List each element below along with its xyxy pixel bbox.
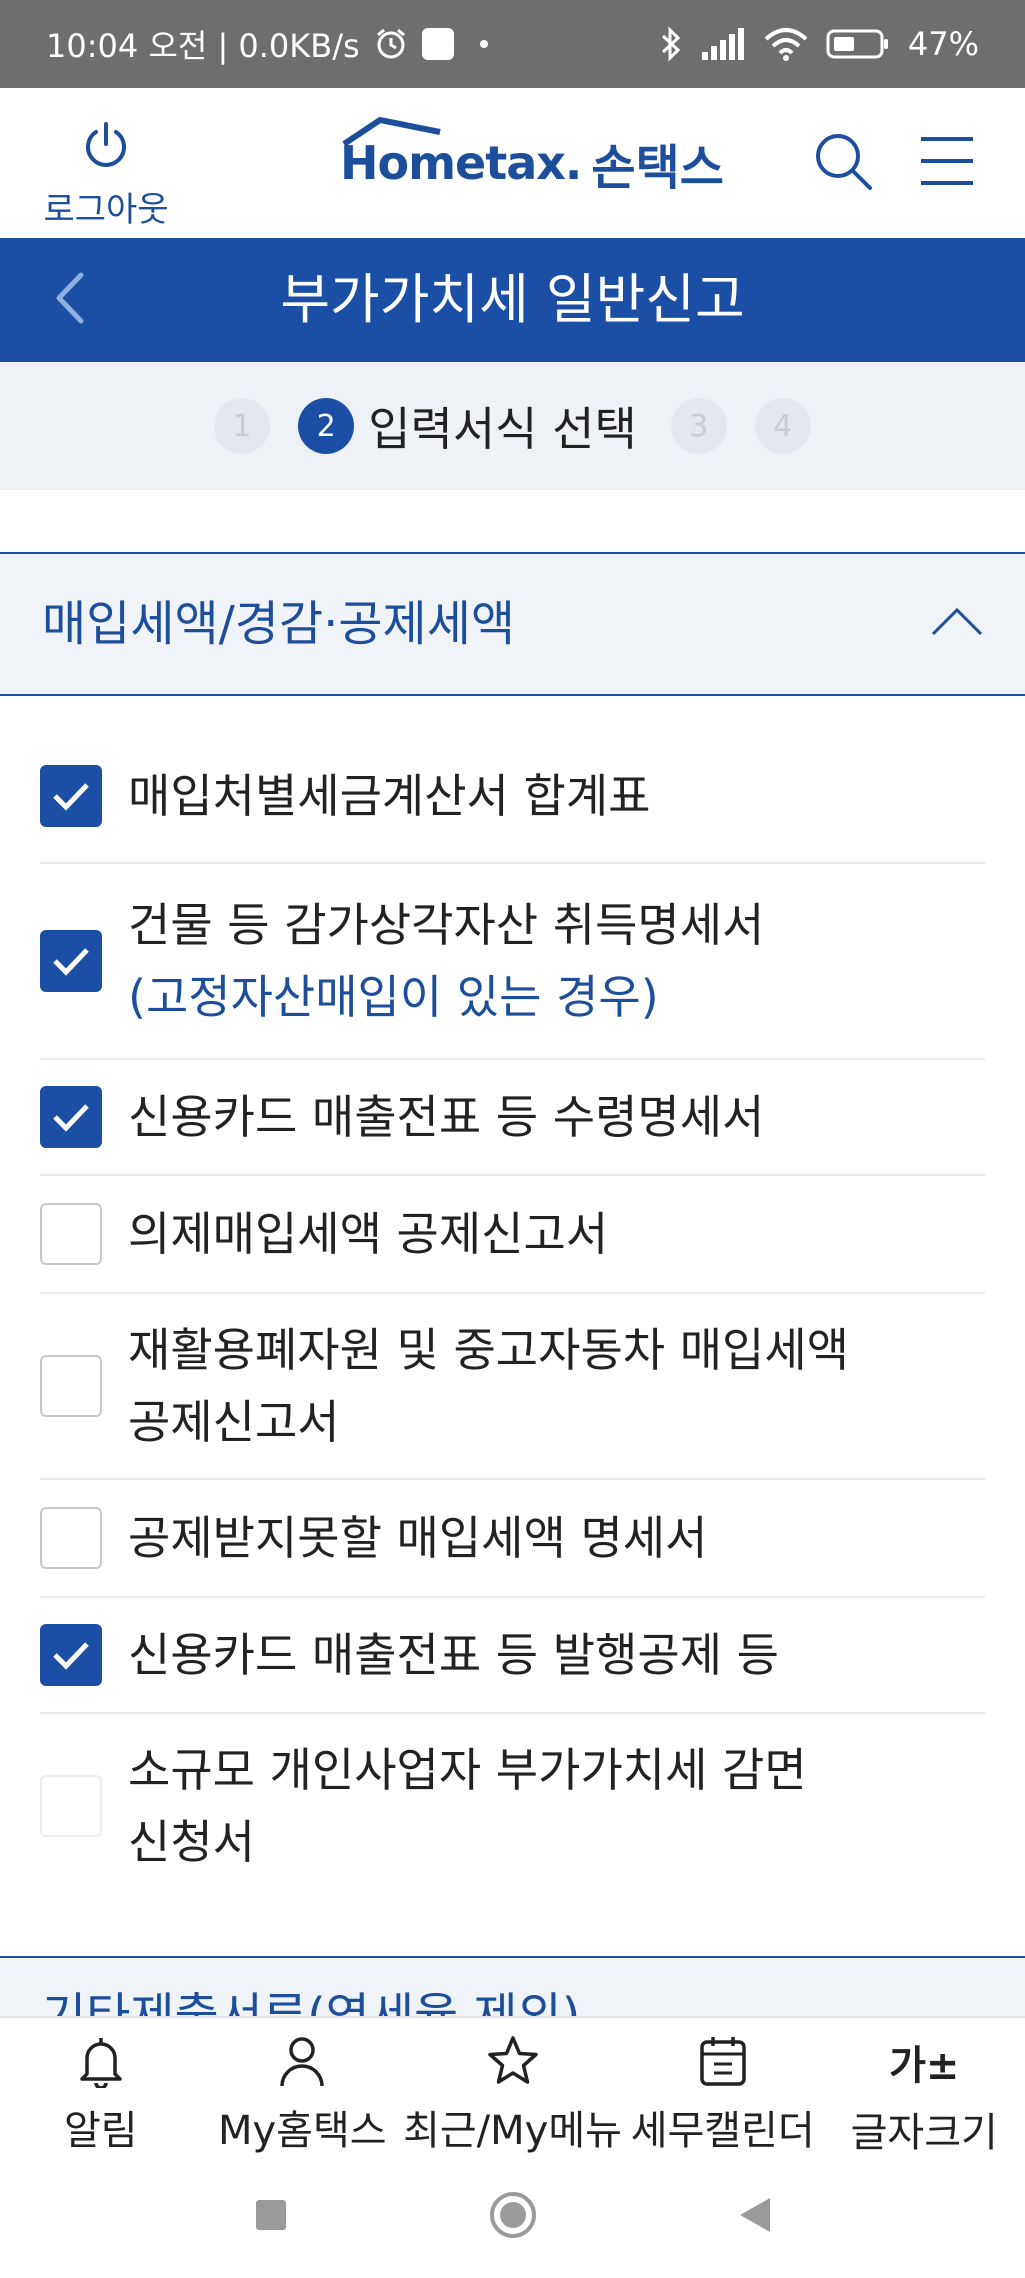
item-label: 재활용폐자원 및 중고자동차 매입세액 공제신고서 (128, 1314, 849, 1458)
item-label: 신용카드 매출전표 등 수령명세서 (128, 1090, 765, 1144)
list-item[interactable]: 재활용폐자원 및 중고자동차 매입세액 공제신고서 (40, 1294, 985, 1480)
star-icon (486, 2034, 540, 2088)
checkbox-checked[interactable] (40, 930, 102, 992)
font-size-icon: 가± (889, 2034, 959, 2090)
notification-icon (421, 28, 454, 60)
item-label-note: (고정자산매입이 있는 경우) (128, 970, 659, 1024)
page-title-bar: 부가가치세 일반신고 (0, 238, 1025, 362)
section-title: 매입세액/경감·공제세액 (42, 596, 516, 652)
nav-label: 알림 (63, 2108, 138, 2154)
step-indicator: 1 2 입력서식 선택 3 4 (0, 362, 1025, 490)
list-item[interactable]: 건물 등 감가상각자산 취득명세서 (고정자산매입이 있는 경우) (40, 864, 985, 1060)
checkbox-checked[interactable] (40, 1624, 102, 1686)
nav-label: 최근/My메뉴 (403, 2108, 622, 2154)
section-header-purchase-tax[interactable]: 매입세액/경감·공제세액 (0, 552, 1025, 696)
step-2: 2 (298, 398, 355, 454)
square-icon (255, 2200, 286, 2230)
nav-alarm[interactable]: 알림 (0, 2018, 202, 2156)
battery-percent: 47% (907, 25, 979, 63)
item-label-line2: 신청서 (128, 1815, 255, 1869)
check-icon (53, 1642, 89, 1670)
nav-label: 글자크기 (850, 2110, 998, 2156)
app-header: 로그아웃 Hometax. 손택스 (0, 88, 1025, 238)
list-item[interactable]: 신용카드 매출전표 등 수령명세서 (40, 1060, 985, 1176)
chevron-up-icon[interactable] (927, 594, 987, 654)
person-icon (277, 2034, 327, 2088)
check-icon (53, 948, 89, 976)
search-button[interactable] (808, 128, 878, 198)
triangle-back-icon (739, 2198, 770, 2232)
form-checklist: 매입처별세금계산서 합계표 건물 등 감가상각자산 취득명세서 (고정자산매입이… (40, 730, 985, 1898)
checkbox-unchecked[interactable] (40, 1507, 102, 1569)
nav-font-size[interactable]: 가± 글자크기 (823, 2018, 1025, 2156)
home-circle-icon (489, 2192, 536, 2238)
item-label-line1: 재활용폐자원 및 중고자동차 매입세액 (128, 1323, 849, 1377)
back-nav-button[interactable] (738, 2196, 772, 2238)
power-icon (78, 122, 134, 178)
menu-button[interactable] (912, 128, 982, 198)
step-active-label: 입력서식 선택 (368, 402, 637, 456)
checkbox-unchecked[interactable] (40, 1203, 102, 1265)
item-label-line1: 건물 등 감가상각자산 취득명세서 (128, 898, 765, 952)
bluetooth-icon (660, 26, 682, 62)
section-title: 기타제출서류(영세율 제외) (42, 1988, 581, 2016)
step-1: 1 (214, 398, 271, 454)
logout-label: 로그아웃 (43, 190, 169, 230)
check-icon (53, 1104, 89, 1132)
status-bar: 10:04 오전 | 0.0KB/s 47% (0, 0, 1025, 88)
checkbox-unchecked[interactable] (40, 1355, 102, 1417)
alarm-clock-icon (374, 27, 408, 61)
logo-sub-text: 손택스 (591, 140, 724, 196)
list-item[interactable]: 공제받지못할 매입세액 명세서 (40, 1480, 985, 1598)
search-icon (812, 130, 874, 196)
bottom-nav: 알림 My홈택스 최근/My메뉴 세무캘린더 가± 글자크기 (0, 2016, 1025, 2156)
status-time: 10:04 오전 | 0.0KB/s (46, 27, 360, 65)
item-label: 소규모 개인사업자 부가가치세 감면 신청서 (128, 1734, 807, 1878)
checkbox-checked[interactable] (40, 765, 102, 827)
list-item[interactable]: 소규모 개인사업자 부가가치세 감면 신청서 (40, 1714, 985, 1898)
check-icon (53, 783, 89, 811)
step-3: 3 (670, 398, 727, 454)
list-item[interactable]: 의제매입세액 공제신고서 (40, 1176, 985, 1294)
more-notifications-dot (479, 40, 488, 48)
item-label: 매입처별세금계산서 합계표 (128, 769, 651, 823)
hometax-logo[interactable]: Hometax. 손택스 (340, 116, 724, 208)
nav-recent-menu[interactable]: 최근/My메뉴 (403, 2018, 622, 2156)
list-item[interactable]: 매입처별세금계산서 합계표 (40, 730, 985, 864)
nav-tax-calendar[interactable]: 세무캘린더 (622, 2018, 824, 2156)
calendar-icon (698, 2034, 748, 2088)
wifi-icon (764, 27, 808, 61)
item-label: 공제받지못할 매입세액 명세서 (128, 1511, 708, 1565)
hamburger-menu-icon (917, 134, 977, 192)
signal-icon (700, 28, 746, 60)
system-nav-bar (0, 2156, 1025, 2278)
checkbox-disabled[interactable] (40, 1775, 102, 1837)
checkbox-checked[interactable] (40, 1086, 102, 1148)
bell-icon (77, 2034, 125, 2088)
item-label-line1: 소규모 개인사업자 부가가치세 감면 (128, 1743, 807, 1797)
page-title: 부가가치세 일반신고 (280, 268, 745, 331)
nav-label: My홈택스 (218, 2108, 387, 2154)
font-size-glyph: 가± (889, 2043, 960, 2089)
list-item[interactable]: 신용카드 매출전표 등 발행공제 등 (40, 1598, 985, 1714)
item-label: 신용카드 매출전표 등 발행공제 등 (128, 1628, 779, 1682)
section-header-other-documents[interactable]: 기타제출서류(영세율 제외) (0, 1956, 1025, 2016)
item-label: 건물 등 감가상각자산 취득명세서 (고정자산매입이 있는 경우) (128, 889, 764, 1033)
home-button[interactable] (488, 2190, 538, 2244)
nav-label: 세무캘린더 (630, 2108, 815, 2154)
item-label-line2: 공제신고서 (128, 1395, 340, 1449)
nav-my-hometax[interactable]: My홈택스 (202, 2018, 404, 2156)
logout-button[interactable]: 로그아웃 (36, 118, 176, 231)
item-label: 의제매입세액 공제신고서 (128, 1207, 609, 1261)
step-4: 4 (754, 398, 811, 454)
recent-apps-button[interactable] (254, 2198, 288, 2236)
battery-icon (826, 28, 890, 60)
logo-roof-icon (340, 116, 450, 150)
